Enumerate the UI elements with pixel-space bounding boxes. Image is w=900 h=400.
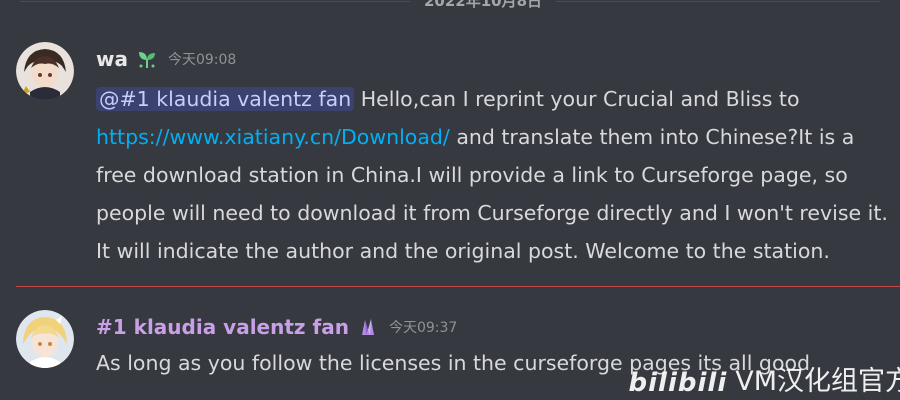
new-messages-divider xyxy=(16,286,900,287)
watermark: bilibili VM汉化组官方 xyxy=(629,359,900,398)
date-divider: 2022年10月8日 xyxy=(0,0,900,12)
message-header: wa 今天09:08 xyxy=(96,44,236,74)
timestamp: 今天09:37 xyxy=(388,320,458,336)
message-text: Hello,can I reprint your Crucial and Bli… xyxy=(354,87,800,111)
message-content: @#1 klaudia valentz fan Hello,can I repr… xyxy=(96,80,891,270)
bilibili-logo: bilibili xyxy=(628,368,728,398)
user-mention[interactable]: @#1 klaudia valentz fan xyxy=(96,87,355,111)
crystal-icon xyxy=(357,316,379,338)
avatar[interactable] xyxy=(16,310,74,368)
avatar[interactable] xyxy=(16,42,74,100)
date-label: 2022年10月8日 xyxy=(410,0,557,10)
seedling-icon xyxy=(136,48,158,70)
watermark-text: VM汉化组官方 xyxy=(735,366,900,397)
timestamp: 今天09:08 xyxy=(167,52,237,68)
chat-view: 2022年10月8日 wa 今天09:08 @#1 klaudia valent… xyxy=(0,0,900,400)
username[interactable]: wa xyxy=(96,47,128,71)
message-header: #1 klaudia valentz fan 今天09:37 xyxy=(96,312,457,342)
username[interactable]: #1 klaudia valentz fan xyxy=(96,315,349,339)
message-link[interactable]: https://www.xiatiany.cn/Download/ xyxy=(96,125,450,149)
